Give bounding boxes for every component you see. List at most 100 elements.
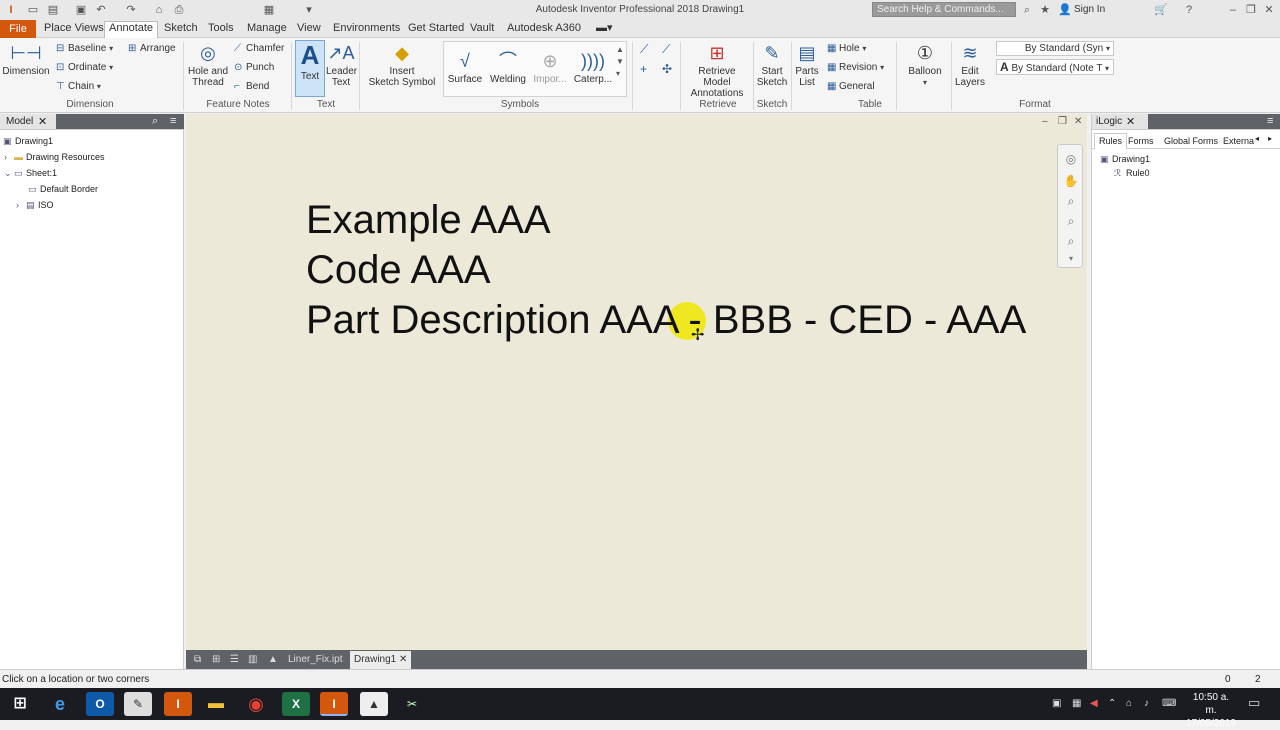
revision-table-button[interactable]: ▦ Revision ▾ [827,62,884,74]
centered-pattern-icon[interactable]: ✣ [662,62,672,76]
browser-menu-icon[interactable]: ≡ [170,115,176,127]
volume-tray-icon[interactable]: ◀ [1090,698,1098,709]
text-style-dropdown[interactable]: A By Standard (Note T ▾ [996,59,1114,75]
network-tray-icon[interactable]: ▦ [1072,698,1081,709]
tab-tools[interactable]: Tools [204,22,238,37]
ilogic-tab-global-forms[interactable]: Global Forms [1164,136,1218,146]
tree-item-iso[interactable]: › ▤ ISO [16,200,54,211]
tile-vertical-icon[interactable]: ▥ [244,653,261,666]
zoom-icon[interactable]: ⌕ [1063,193,1079,209]
file-explorer-icon[interactable]: ▬ [202,692,230,716]
wifi-tray-icon[interactable]: ⌂ [1126,698,1132,709]
drawing-text-line-1[interactable]: Example AAA [306,198,551,243]
windows-start-icon[interactable]: ⊞ [6,692,34,716]
ilogic-tab-external[interactable]: Externa [1223,136,1254,146]
browser-search-icon[interactable]: ⌕ [152,115,158,128]
drawing-text-line-3[interactable]: Part Description AAA - BBB - CED - AAA [306,298,1026,343]
ilogic-menu-icon[interactable]: ≡ [1267,115,1273,127]
close-window-icon[interactable]: ✕ [1262,3,1276,17]
tree-item-drawing-resources[interactable]: › ▬ Drawing Resources [4,152,105,162]
tree-item-default-border[interactable]: ▭ Default Border [28,184,98,195]
chamfer-button[interactable]: ⟋ Chamfer [234,43,284,55]
ilogic-tab-forms[interactable]: Forms [1128,136,1154,146]
inventor-taskbar-icon[interactable]: I [164,692,192,716]
ilogic-tree-drawing1[interactable]: ▣ Drawing1 [1100,154,1150,165]
drawing-text-line-2[interactable]: Code AAA [306,248,491,293]
close-model-tab-icon[interactable]: ✕ [38,115,47,128]
hole-table-button[interactable]: ▦ Hole ▾ [827,43,866,55]
outlook-tray-icon[interactable]: ▣ [1052,698,1061,709]
baseline-button[interactable]: ⊟ Baseline ▾ [56,43,113,55]
model-tab[interactable]: Model [6,116,33,127]
drawing-canvas[interactable]: – ❐ ✕ Example AAA Code AAA Part Descript… [186,114,1087,650]
expand-arrow-icon[interactable]: › [16,200,26,210]
style-dropdown[interactable]: By Standard (Syn ▾ [996,41,1114,56]
tab-place-views[interactable]: Place Views [40,22,108,37]
text-button[interactable]: A Text [295,40,325,97]
dimension-button[interactable]: ⊢⊣ Dimension [2,42,50,77]
parts-list-button[interactable]: ▤ Parts List [794,42,820,88]
balloon-button[interactable]: ① Balloon ▾ [905,42,945,88]
scroll-tabs-left-icon[interactable]: ◂ [1255,134,1259,143]
surface-button[interactable]: √ Surface [446,50,484,85]
document-list-icon[interactable]: ▲ [264,653,282,666]
tab-vault[interactable]: Vault [466,22,498,37]
doc-tab-drawing1[interactable]: Drawing1 ✕ [350,651,412,669]
chain-button[interactable]: ⊤ Chain ▾ [56,81,101,93]
hole-and-thread-button[interactable]: ◎ Hole and Thread [186,42,230,88]
retrieve-model-annotations-button[interactable]: ⊞ Retrieve Model Annotations [684,42,750,99]
search-input[interactable]: Search Help & Commands... [872,2,1016,17]
ordinate-button[interactable]: ⊡ Ordinate ▾ [56,62,113,74]
chrome-icon[interactable]: ◉ [242,692,270,716]
zoom-all-icon[interactable]: ⌕ [1063,213,1079,229]
speaker-tray-icon[interactable]: ♪ [1144,698,1149,709]
language-tray-icon[interactable]: ⌨ [1162,698,1176,709]
tab-view[interactable]: View [293,22,325,37]
import-button[interactable]: ⊕ Impor... [530,50,570,85]
bend-button[interactable]: ⌐ Bend [234,81,269,93]
taskbar-clock[interactable]: 10:50 a. m. 17/05/2019 [1186,691,1236,730]
tile-horizontal-icon[interactable]: ☰ [226,653,243,666]
close-doc-tab-icon[interactable]: ✕ [399,654,407,665]
tab-sketch[interactable]: Sketch [160,22,202,37]
excel-icon[interactable]: X [282,692,310,716]
canvas-restore-icon[interactable]: ❐ [1058,116,1067,127]
sign-in-link[interactable]: Sign In [1074,4,1105,15]
edit-layers-button[interactable]: ≋ Edit Layers [955,42,985,88]
doc-tab-liner-fix[interactable]: Liner_Fix.ipt [284,653,346,666]
tab-autodesk-a360[interactable]: Autodesk A360 [503,22,585,37]
tree-item-drawing1[interactable]: ▣ Drawing1 [3,136,53,147]
internet-explorer-icon[interactable]: e [46,692,74,716]
centerline-icon[interactable]: ⟋ [640,42,648,57]
tab-manage[interactable]: Manage [243,22,291,37]
help-icon[interactable]: ? [1182,3,1196,17]
ilogic-tab-rules[interactable]: Rules [1094,133,1128,149]
cascade-icon[interactable]: ⧉ [190,653,205,666]
punch-button[interactable]: ⊙ Punch [234,62,274,74]
photos-icon[interactable]: ▲ [360,692,388,716]
arrange-button[interactable]: ⊞ Arrange [128,43,176,55]
tile-icon[interactable]: ⊞ [208,653,224,666]
paint-icon[interactable]: ✎ [124,692,152,716]
canvas-close-icon[interactable]: ✕ [1074,116,1082,127]
snipping-tool-icon[interactable]: ✂ [398,692,426,716]
collapse-arrow-icon[interactable]: ⌄ [4,168,14,179]
welding-button[interactable]: ⌒ Welding [488,50,528,85]
tab-environments[interactable]: Environments [329,22,404,37]
close-ilogic-icon[interactable]: ✕ [1126,115,1135,128]
navbar-options-icon[interactable]: ▾ [1063,251,1079,267]
insert-sketch-symbol-button[interactable]: ◆ Insert Sketch Symbol [366,42,438,88]
show-hidden-icons-icon[interactable]: ⌃ [1108,698,1116,709]
gallery-scroll-icon[interactable]: ▲ ▼ ▾ [616,44,624,80]
expand-arrow-icon[interactable]: › [4,152,14,162]
file-menu[interactable]: File [0,20,36,38]
centerline-bisector-icon[interactable]: ⟋ [662,42,670,57]
favorites-star-icon[interactable]: ★ [1038,3,1052,17]
panel-options-icon[interactable]: ▬▾ [592,22,617,37]
caterpillar-button[interactable]: )))) Caterp... [572,50,614,85]
zoom-window-icon[interactable]: ⌕ [1063,233,1079,249]
cart-icon[interactable]: 🛒 [1154,3,1168,17]
search-icon[interactable]: ⌕ [1020,3,1034,17]
minimize-icon[interactable]: – [1226,3,1240,17]
notifications-icon[interactable]: ▭ [1248,695,1260,711]
